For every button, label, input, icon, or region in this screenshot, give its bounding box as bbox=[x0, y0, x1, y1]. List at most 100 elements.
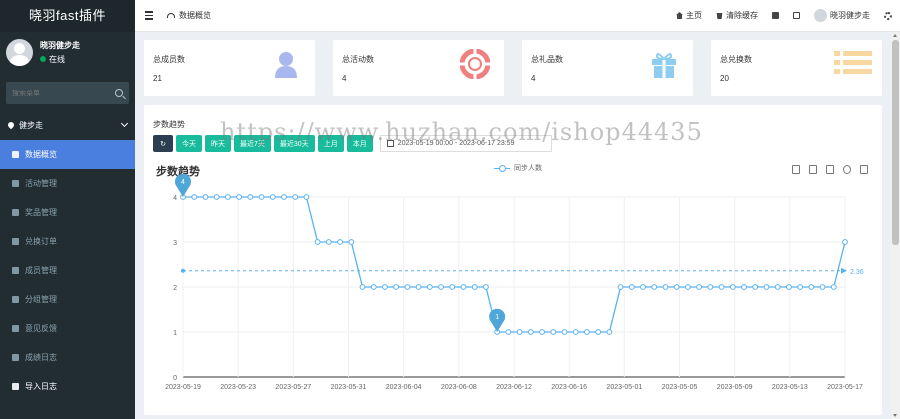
data-point bbox=[202, 194, 209, 200]
x-tick-label: 2023-05-13 bbox=[772, 384, 808, 391]
sidebar-item-label: 成员管理 bbox=[25, 266, 57, 275]
scroll-up-icon[interactable] bbox=[893, 34, 897, 37]
data-point bbox=[718, 284, 725, 290]
log-icon bbox=[12, 354, 19, 361]
data-point bbox=[741, 284, 747, 290]
sidebar-item-label: 成绩日志 bbox=[25, 353, 57, 362]
stat-label: 总兑换数 bbox=[720, 55, 752, 64]
data-point bbox=[808, 284, 815, 290]
data-point bbox=[595, 329, 602, 335]
x-tick-label: 2023-05-27 bbox=[275, 384, 311, 391]
x-tick-label: 2023-06-08 bbox=[441, 384, 477, 391]
data-point bbox=[303, 194, 310, 200]
app-brand[interactable]: 晓羽fast插件 bbox=[0, 0, 135, 32]
average-label: 2.36 bbox=[850, 269, 864, 276]
sidebar-item-feedback[interactable]: 意见反馈 bbox=[0, 314, 135, 343]
sidebar-item-activity[interactable]: 活动管理 bbox=[0, 169, 135, 198]
x-tick-label: 2023-05-31 bbox=[331, 384, 367, 391]
data-point bbox=[382, 284, 388, 290]
data-point bbox=[819, 284, 826, 290]
sidebar-group-header[interactable]: 健步走 bbox=[0, 114, 135, 136]
stat-value: 21 bbox=[153, 74, 162, 83]
clear-cache-button[interactable]: 清除缓存 bbox=[716, 10, 758, 21]
data-point bbox=[842, 239, 848, 245]
data-point bbox=[224, 194, 231, 200]
menu-toggle-icon[interactable] bbox=[135, 0, 163, 32]
sidebar-item-label: 活动管理 bbox=[25, 179, 57, 188]
home-link[interactable]: 主页 bbox=[676, 10, 702, 21]
data-point bbox=[774, 284, 781, 290]
data-point bbox=[191, 194, 198, 200]
scroll-down-icon[interactable] bbox=[893, 414, 897, 417]
fullscreen-icon bbox=[793, 12, 800, 19]
user-menu-label: 晓羽健步走 bbox=[830, 11, 870, 20]
stat-card-activities: 总活动数 4 bbox=[333, 40, 504, 96]
clear-cache-label: 清除缓存 bbox=[726, 11, 758, 20]
data-point bbox=[785, 284, 792, 290]
search-input[interactable] bbox=[12, 89, 115, 97]
user-menu[interactable]: 晓羽健步走 bbox=[814, 9, 870, 22]
sidebar-item-dashboard[interactable]: 数据概览 bbox=[0, 140, 135, 169]
sidebar: 晓羽fast插件 晓羽健步走 在线 健步走 数据概览 活动管理 奖品管理 兑换订… bbox=[0, 0, 135, 419]
min-label: 1 bbox=[495, 314, 499, 321]
page-scrollbar[interactable] bbox=[891, 32, 900, 419]
stat-value: 4 bbox=[531, 74, 536, 83]
y-tick-label: 1 bbox=[173, 330, 177, 337]
data-point bbox=[729, 284, 736, 290]
feedback-icon bbox=[12, 325, 19, 332]
sidebar-item-prizes[interactable]: 奖品管理 bbox=[0, 198, 135, 227]
stat-card-gifts: 总礼品数 4 bbox=[522, 40, 693, 96]
x-tick-label: 2023-05-09 bbox=[717, 384, 753, 391]
user-panel: 晓羽健步走 在线 bbox=[0, 32, 135, 72]
user-name: 晓羽健步走 bbox=[40, 40, 80, 50]
sidebar-item-label: 奖品管理 bbox=[25, 208, 57, 217]
settings-button[interactable] bbox=[884, 11, 892, 20]
tab-dashboard[interactable]: 数据概览 bbox=[163, 10, 211, 21]
data-point bbox=[426, 284, 433, 290]
data-point bbox=[247, 194, 254, 200]
data-point bbox=[292, 194, 299, 200]
trash-icon bbox=[716, 13, 723, 19]
data-point bbox=[359, 284, 366, 290]
fullscreen-button[interactable] bbox=[793, 12, 800, 19]
sidebar-item-orders[interactable]: 兑换订单 bbox=[0, 227, 135, 256]
language-button[interactable] bbox=[772, 12, 779, 19]
sidebar-item-import-log[interactable]: 导入日志 bbox=[0, 372, 135, 401]
y-tick-label: 4 bbox=[173, 195, 177, 202]
avatar bbox=[814, 9, 827, 22]
data-point bbox=[539, 329, 545, 335]
sidebar-item-label: 导入日志 bbox=[25, 382, 57, 391]
data-point bbox=[438, 284, 444, 290]
stat-value: 20 bbox=[720, 74, 729, 83]
data-point bbox=[281, 194, 287, 200]
dashboard-icon bbox=[12, 151, 19, 158]
x-tick-label: 2023-06-12 bbox=[496, 384, 532, 391]
x-tick-label: 2023-05-01 bbox=[606, 384, 642, 391]
data-point bbox=[505, 329, 512, 335]
order-icon bbox=[12, 238, 19, 245]
language-icon bbox=[772, 12, 779, 19]
sidebar-item-members[interactable]: 成员管理 bbox=[0, 256, 135, 285]
data-point bbox=[640, 284, 646, 290]
online-dot-icon bbox=[40, 56, 46, 62]
user-status: 在线 bbox=[40, 54, 80, 65]
line-chart: 0 1 2 3 4 2023-05-19 2023-05-23 2023-05-27 2023-… bbox=[165, 173, 864, 391]
stat-label: 总活动数 bbox=[342, 55, 374, 64]
gear-icon bbox=[884, 11, 892, 20]
data-point bbox=[370, 284, 377, 290]
stat-label: 总成员数 bbox=[153, 55, 185, 64]
sidebar-item-groups[interactable]: 分组管理 bbox=[0, 285, 135, 314]
scrollbar-thumb[interactable] bbox=[892, 40, 899, 245]
search-icon[interactable] bbox=[115, 89, 123, 97]
sidebar-item-label: 数据概览 bbox=[25, 150, 57, 159]
sidebar-search bbox=[6, 82, 129, 104]
data-point bbox=[393, 284, 400, 290]
stat-card-exchanges: 总兑换数 20 bbox=[711, 40, 882, 96]
sidebar-item-score-log[interactable]: 成绩日志 bbox=[0, 343, 135, 372]
data-point bbox=[662, 284, 669, 290]
x-tick-label: 2023-05-05 bbox=[662, 384, 698, 391]
top-navbar: 数据概览 主页 清除缓存 晓羽健步走 bbox=[135, 0, 900, 32]
data-point bbox=[258, 194, 265, 200]
data-point bbox=[483, 284, 489, 290]
data-point bbox=[314, 239, 321, 245]
